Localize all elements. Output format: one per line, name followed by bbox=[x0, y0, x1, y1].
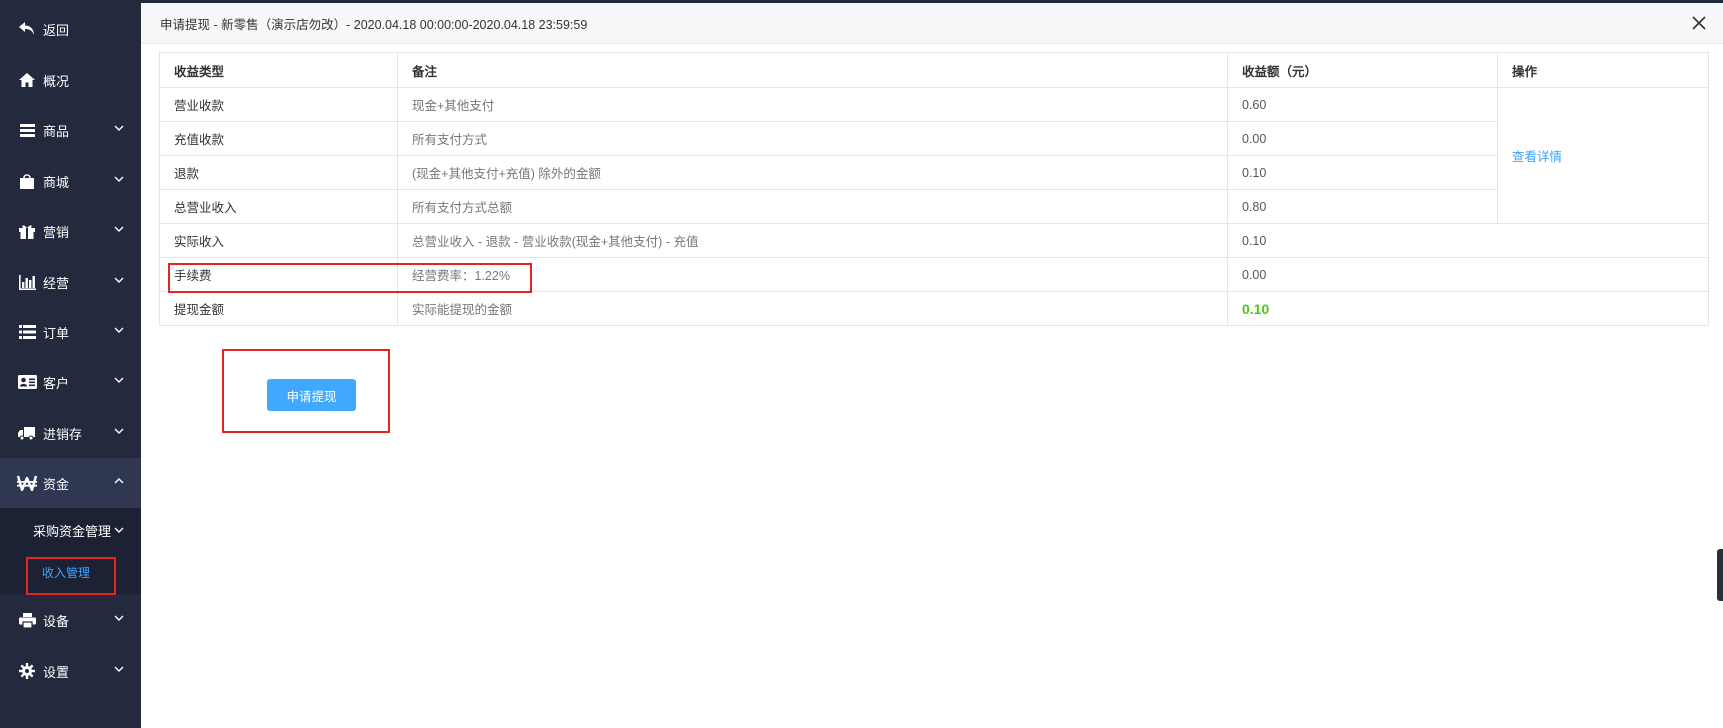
dialog-header: 申请提现 - 新零售（演示店勿改）- 2020.04.18 00:00:00-2… bbox=[141, 3, 1723, 44]
truck-icon bbox=[17, 423, 37, 443]
table-row: 提现金额 实际能提现的金额 0.10 bbox=[159, 291, 1709, 326]
cell-amount-withdrawable: 0.10 bbox=[1227, 291, 1709, 326]
chevron-down-icon bbox=[114, 666, 124, 672]
chevron-down-icon bbox=[114, 125, 124, 131]
table-row: 退款 (现金+其他支付+充值) 除外的金额 0.10 bbox=[159, 155, 1709, 190]
list-icon bbox=[17, 120, 37, 140]
header-note: 备注 bbox=[397, 52, 1228, 88]
shopping-bag-icon bbox=[17, 171, 37, 191]
chevron-down-icon bbox=[114, 176, 124, 182]
header-action: 操作 bbox=[1497, 52, 1709, 88]
sidebar-item-overview[interactable]: 概况 bbox=[0, 55, 141, 105]
cell-amount: 0.10 bbox=[1227, 223, 1709, 258]
highlight-box bbox=[26, 557, 116, 595]
cell-note: 总营业收入 - 退款 - 营业收款(现金+其他支付) - 充值 bbox=[397, 223, 1228, 258]
sidebar-item-business[interactable]: 经营 bbox=[0, 257, 141, 307]
header-type: 收益类型 bbox=[159, 52, 398, 88]
printer-icon bbox=[17, 610, 37, 630]
sidebar-item-funds[interactable]: 资金 bbox=[0, 458, 141, 508]
cell-amount: 0.00 bbox=[1227, 121, 1498, 156]
cell-type: 退款 bbox=[159, 155, 398, 190]
chevron-down-icon bbox=[114, 527, 124, 533]
gear-icon bbox=[17, 661, 37, 681]
sidebar-item-label: 营销 bbox=[43, 224, 70, 240]
cell-type: 营业收款 bbox=[159, 87, 398, 122]
table-row: 实际收入 总营业收入 - 退款 - 营业收款(现金+其他支付) - 充值 0.1… bbox=[159, 223, 1709, 258]
chevron-down-icon bbox=[114, 327, 124, 333]
cell-note: (现金+其他支付+充值) 除外的金额 bbox=[397, 155, 1228, 190]
submenu-item-label: 采购资金管理 bbox=[33, 523, 112, 539]
home-icon bbox=[17, 70, 37, 90]
back-arrow-icon bbox=[17, 19, 37, 39]
chevron-down-icon bbox=[114, 615, 124, 621]
cell-amount: 0.80 bbox=[1227, 189, 1498, 224]
chevron-down-icon bbox=[114, 226, 124, 232]
submenu-item-purchase-funds[interactable]: 采购资金管理 bbox=[0, 512, 141, 548]
cell-note: 现金+其他支付 bbox=[397, 87, 1228, 122]
table-row: 总营业收入 所有支付方式总额 0.80 bbox=[159, 189, 1709, 224]
sidebar-item-orders[interactable]: 订单 bbox=[0, 307, 141, 357]
chevron-up-icon bbox=[114, 478, 124, 484]
chevron-down-icon bbox=[114, 377, 124, 383]
bar-chart-icon bbox=[17, 272, 37, 292]
cell-type: 实际收入 bbox=[159, 223, 398, 258]
table-row: 营业收款 现金+其他支付 0.60 查看详情 bbox=[159, 87, 1709, 224]
won-icon bbox=[17, 473, 37, 493]
sidebar-item-label: 资金 bbox=[43, 476, 70, 492]
table-header-row: 收益类型 备注 收益额（元） 操作 bbox=[159, 52, 1709, 88]
view-details-link[interactable]: 查看详情 bbox=[1497, 87, 1709, 224]
sidebar-item-inventory[interactable]: 进销存 bbox=[0, 408, 141, 458]
header-amount: 收益额（元） bbox=[1227, 52, 1498, 88]
sidebar-item-label: 商城 bbox=[43, 174, 70, 190]
chevron-down-icon bbox=[114, 277, 124, 283]
sidebar-item-label: 经营 bbox=[43, 275, 70, 291]
sidebar-item-label: 进销存 bbox=[43, 426, 83, 442]
scrollbar-handle[interactable] bbox=[1717, 549, 1723, 601]
cell-type: 充值收款 bbox=[159, 121, 398, 156]
sidebar-item-customers[interactable]: 客户 bbox=[0, 357, 141, 407]
table-row: 充值收款 所有支付方式 0.00 bbox=[159, 121, 1709, 156]
sidebar: 返回 概况 商品 商城 营销 经营 订单 客户 进销存 资金 采购资金管理 收入… bbox=[0, 0, 141, 728]
highlight-box bbox=[168, 263, 532, 293]
sidebar-item-devices[interactable]: 设备 bbox=[0, 595, 141, 645]
id-card-icon bbox=[17, 372, 37, 392]
cell-amount: 0.60 bbox=[1227, 87, 1498, 122]
chevron-down-icon bbox=[114, 428, 124, 434]
cell-type: 总营业收入 bbox=[159, 189, 398, 224]
sidebar-item-label: 订单 bbox=[43, 325, 70, 341]
sidebar-item-marketing[interactable]: 营销 bbox=[0, 206, 141, 256]
sidebar-item-back[interactable]: 返回 bbox=[0, 4, 141, 54]
order-list-icon bbox=[17, 322, 37, 342]
sidebar-item-mall[interactable]: 商城 bbox=[0, 156, 141, 206]
dialog-title: 申请提现 - 新零售（演示店勿改）- 2020.04.18 00:00:00-2… bbox=[160, 17, 588, 32]
sidebar-item-label: 概况 bbox=[43, 73, 70, 89]
sidebar-item-label: 设置 bbox=[43, 664, 70, 680]
sidebar-item-label: 设备 bbox=[43, 613, 70, 629]
cell-amount: 0.00 bbox=[1227, 257, 1709, 292]
sidebar-item-label: 客户 bbox=[43, 375, 70, 391]
sidebar-item-settings[interactable]: 设置 bbox=[0, 646, 141, 696]
sidebar-item-products[interactable]: 商品 bbox=[0, 105, 141, 155]
cell-note: 所有支付方式总额 bbox=[397, 189, 1228, 224]
close-icon[interactable] bbox=[1691, 15, 1707, 31]
apply-withdraw-button[interactable]: 申请提现 bbox=[267, 379, 356, 411]
sidebar-item-label: 返回 bbox=[43, 22, 70, 38]
cell-note: 实际能提现的金额 bbox=[397, 291, 1228, 326]
gift-icon bbox=[17, 221, 37, 241]
sidebar-item-label: 商品 bbox=[43, 123, 70, 139]
cell-note: 所有支付方式 bbox=[397, 121, 1228, 156]
cell-amount: 0.10 bbox=[1227, 155, 1498, 190]
cell-type: 提现金额 bbox=[159, 291, 398, 326]
